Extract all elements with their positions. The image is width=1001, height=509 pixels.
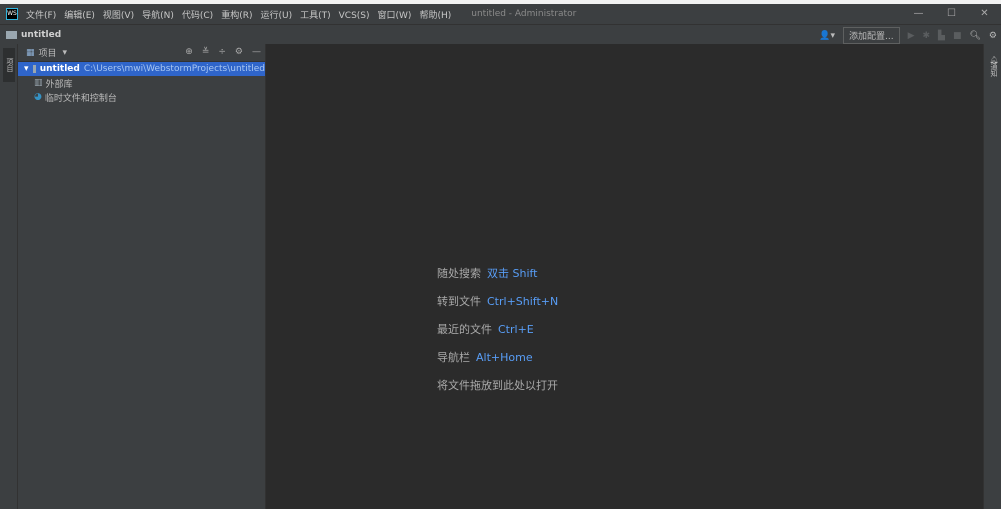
maximize-button[interactable]: ☐ [935,4,968,24]
chevron-down-icon[interactable]: ▾ [63,48,68,58]
notifications-tool-tab[interactable]: 🔔︎通知 [987,50,999,80]
hint-shortcut: Ctrl+E [498,323,534,336]
menu-run[interactable]: 运行(U) [260,11,292,21]
menu-code[interactable]: 代码(C) [182,11,213,21]
right-tool-strip: 🔔︎通知 [983,44,1001,509]
tree-item-scratches[interactable]: ◕ 临时文件和控制台 [18,90,265,104]
menu-bar: 文件(F) 编辑(E) 视图(V) 导航(N) 代码(C) 重构(R) 运行(U) 工具(T)… [26,8,459,21]
left-tool-strip: 项目 [0,44,18,509]
hint-shortcut: Alt+Home [476,351,533,364]
editor-empty-area[interactable]: 随处搜索 双击 Shift 转到文件 Ctrl+Shift+N 最近的文件 Ctrl+… [267,44,983,509]
hint-search-everywhere: 随处搜索 双击 Shift [437,260,558,288]
hint-navigation-bar: 导航栏 Alt+Home [437,344,558,372]
notifications-label: 通知 [990,62,998,77]
search-icon[interactable]: 🔍︎ [969,31,980,41]
hint-recent-files: 最近的文件 Ctrl+E [437,316,558,344]
hint-goto-file: 转到文件 Ctrl+Shift+N [437,288,558,316]
debug-icon[interactable]: ✱ [923,31,931,41]
hint-label: 导航栏 [437,351,470,364]
add-configuration-button[interactable]: 添加配置... [842,27,900,44]
run-icon[interactable]: ▶ [908,31,915,41]
expand-arrow-icon[interactable]: ▾ [24,64,29,74]
menu-window[interactable]: 窗口(W) [378,11,412,21]
stop-icon[interactable]: ■ [953,31,962,41]
navigation-bar: untitled 👤▾ 添加配置... ▶ ✱ ▙ ■ 🔍︎ ⚙ [0,24,1001,44]
menu-refactor[interactable]: 重构(R) [221,11,252,21]
collapse-all-icon[interactable]: ÷ [218,47,226,57]
editor-hints: 随处搜索 双击 Shift 转到文件 Ctrl+Shift+N 最近的文件 Ctrl+… [437,260,558,400]
hint-shortcut: Ctrl+Shift+N [487,295,559,308]
coverage-icon[interactable]: ▙ [938,31,945,41]
project-view-icon: ▦ [26,47,35,58]
gear-icon[interactable]: ⚙ [989,31,997,41]
tree-item-label: 临时文件和控制台 [44,93,117,104]
hint-drop-files: 将文件拖放到此处以打开 [437,372,558,400]
menu-tools[interactable]: 工具(T) [300,11,331,21]
breadcrumb[interactable]: untitled [21,30,61,40]
user-icon[interactable]: 👤▾ [819,31,835,41]
tree-item-untitled[interactable]: ▾ untitled C:\Users\mwi\WebstormProjects… [18,62,265,76]
tree-item-external-libraries[interactable]: ▥ 外部库 [18,76,265,90]
hint-label: 最近的文件 [437,323,492,336]
library-icon: ▥ [34,78,43,88]
folder-icon [32,65,36,73]
app-logo-icon: WS [6,8,18,20]
tree-item-label: 外部库 [45,79,73,90]
hint-label: 转到文件 [437,295,481,308]
close-button[interactable]: ✕ [968,4,1001,24]
locate-icon[interactable]: ⊕ [185,47,193,57]
hint-label: 随处搜索 [437,267,481,280]
menu-file[interactable]: 文件(F) [26,11,56,21]
menu-view[interactable]: 视图(V) [103,11,134,21]
project-panel: ▦ 项目 ▾ ⊕ ≚ ÷ ⚙ — ▾ untitled C:\Users\mwi… [18,44,266,509]
menu-edit[interactable]: 编辑(E) [64,11,95,21]
title-bar: WS 文件(F) 编辑(E) 视图(V) 导航(N) 代码(C) 重构(R) 运行(U) 工具… [0,4,1001,24]
hide-icon[interactable]: — [252,47,261,57]
window-title: untitled - Administrator [471,9,577,19]
menu-help[interactable]: 帮助(H) [419,11,451,21]
project-tool-tab[interactable]: 项目 [3,48,15,82]
scratches-icon: ◕ [34,92,42,102]
folder-icon [6,30,17,39]
menu-vcs[interactable]: VCS(S) [339,11,370,21]
minimize-button[interactable]: — [902,4,935,24]
gear-icon[interactable]: ⚙ [235,47,243,57]
expand-all-icon[interactable]: ≚ [202,47,210,57]
tree-item-label: untitled [39,64,80,74]
menu-navigate[interactable]: 导航(N) [142,11,174,21]
project-view-selector[interactable]: 项目 [39,46,57,59]
tree-item-path: C:\Users\mwi\WebstormProjects\untitled [83,64,265,74]
project-panel-header: ▦ 项目 ▾ ⊕ ≚ ÷ ⚙ — [18,44,265,62]
hint-label: 将文件拖放到此处以打开 [437,379,558,392]
hint-shortcut: 双击 Shift [487,267,538,280]
